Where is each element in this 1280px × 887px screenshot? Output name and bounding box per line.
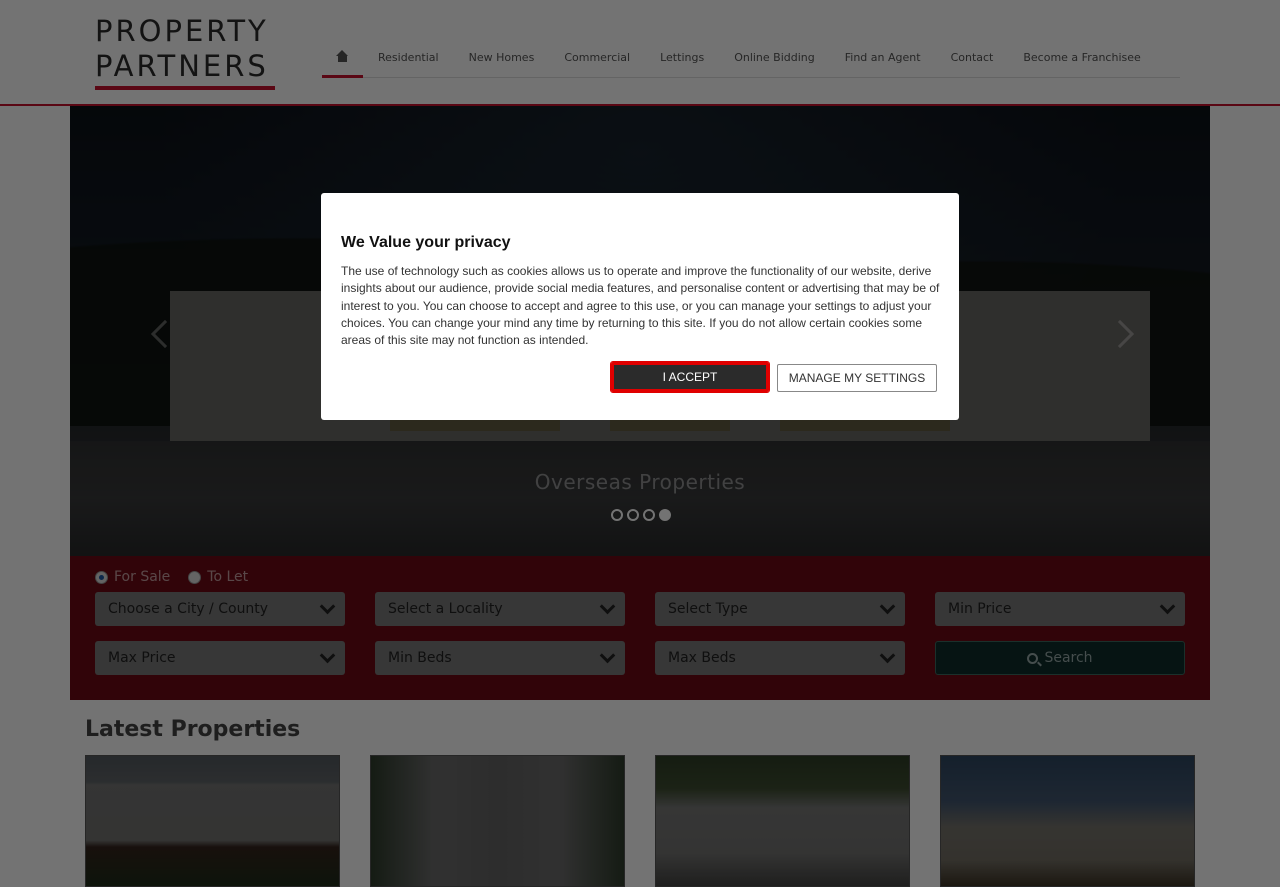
min-beds-value: Min Beds [388,650,452,666]
property-search-panel: For Sale To Let Choose a City / County S… [70,556,1210,700]
locality-select[interactable]: Select a Locality [375,592,625,626]
radio-unselected-icon [188,570,202,584]
nav-find-an-agent[interactable]: Find an Agent [830,36,936,78]
card-dim-overlay [86,756,339,886]
chevron-down-icon [319,598,336,615]
max-price-select[interactable]: Max Price [95,641,345,675]
to-let-label: To Let [207,569,249,585]
carousel-dot[interactable] [643,509,655,521]
search-icon [1027,652,1039,664]
nav-become-franchisee[interactable]: Become a Franchisee [1008,36,1155,78]
nav-home[interactable] [322,36,363,78]
nav-online-bidding[interactable]: Online Bidding [719,36,830,78]
chevron-down-icon [879,598,896,615]
search-button-label: Search [1044,650,1093,666]
card-dim-overlay [656,756,909,886]
main-nav: Residential New Homes Commercial Letting… [322,36,1180,78]
city-county-value: Choose a City / County [108,601,269,617]
dialog-body: The use of technology such as cookies al… [341,264,940,348]
max-price-value: Max Price [108,650,176,666]
nav-commercial[interactable]: Commercial [549,36,645,78]
radio-selected-icon [95,570,108,584]
type-select[interactable]: Select Type [655,592,905,626]
property-card[interactable] [940,755,1195,887]
card-dim-overlay [941,756,1194,886]
chevron-down-icon [599,647,616,664]
nav-residential[interactable]: Residential [363,36,454,78]
carousel-dot[interactable] [627,509,639,521]
search-mode: For Sale To Let [95,569,248,585]
chevron-down-icon [319,647,336,664]
property-card[interactable] [655,755,910,887]
min-beds-select[interactable]: Min Beds [375,641,625,675]
min-price-select[interactable]: Min Price [935,592,1185,626]
privacy-consent-dialog: We Value your privacy The use of technol… [321,193,959,420]
property-card[interactable] [370,755,625,887]
locality-value: Select a Locality [388,601,503,617]
for-sale-radio[interactable]: For Sale [95,569,170,585]
chevron-down-icon [879,647,896,664]
carousel-indicators [611,509,671,521]
latest-properties-heading: Latest Properties [85,717,301,742]
min-price-value: Min Price [948,601,1012,617]
nav-lettings[interactable]: Lettings [645,36,719,78]
search-button[interactable]: Search [935,641,1185,675]
city-county-select[interactable]: Choose a City / County [95,592,345,626]
site-header: PROPERTY PARTNERS Residential New Homes … [0,0,1280,106]
card-dim-overlay [371,756,624,886]
nav-new-homes[interactable]: New Homes [454,36,550,78]
chevron-down-icon [599,598,616,615]
nav-contact[interactable]: Contact [936,36,1009,78]
logo-line-1: PROPERTY [95,14,269,48]
carousel-dot[interactable] [611,509,623,521]
to-let-radio[interactable]: To Let [188,569,248,585]
accept-button[interactable]: I ACCEPT [610,361,770,393]
type-value: Select Type [668,601,748,617]
max-beds-select[interactable]: Max Beds [655,641,905,675]
carousel-dot-active[interactable] [659,509,671,521]
dialog-title: We Value your privacy [341,234,511,251]
logo-underline [95,86,275,90]
manage-settings-button[interactable]: MANAGE MY SETTINGS [777,364,937,392]
for-sale-label: For Sale [114,569,171,585]
hero-caption: Overseas Properties [534,470,746,494]
property-card[interactable] [85,755,340,887]
brand-logo[interactable]: PROPERTY PARTNERS [95,14,285,90]
logo-line-2: PARTNERS [95,49,269,83]
max-beds-value: Max Beds [668,650,736,666]
chevron-down-icon [1159,598,1176,615]
home-icon [336,49,349,62]
